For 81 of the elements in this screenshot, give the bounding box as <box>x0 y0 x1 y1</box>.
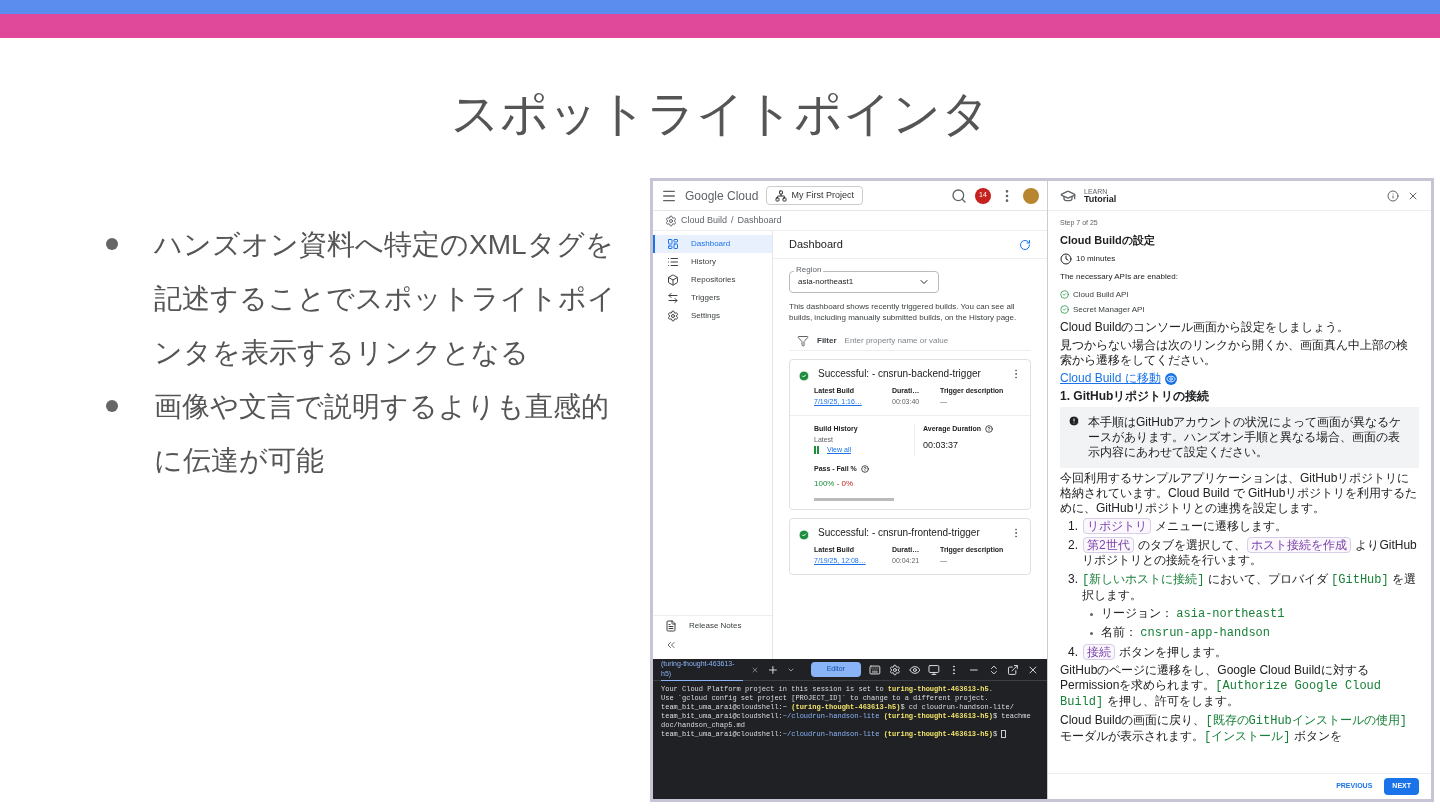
info-icon[interactable] <box>1387 189 1399 202</box>
note-text: 本手順はGitHubアカウントの状況によって画面が異なるケースがあります。ハンズオン手順と異なる場合、画面の表示内容にあわせて設定ください。 <box>1088 415 1403 460</box>
open-icon[interactable] <box>1007 663 1020 676</box>
scrollbar[interactable] <box>814 498 894 501</box>
step-number: 1. <box>1068 519 1078 534</box>
help-icon[interactable] <box>860 464 869 473</box>
api-name: Cloud Build API <box>1073 289 1129 301</box>
nav-item[interactable]: Release Notes <box>653 615 772 635</box>
nav-item[interactable]: History <box>653 253 772 271</box>
pass-rate: 100% <box>814 479 835 488</box>
settings-icon <box>667 310 679 322</box>
clock-icon <box>1060 252 1072 265</box>
breadcrumb-item[interactable]: Dashboard <box>737 213 782 228</box>
success-icon <box>798 370 810 382</box>
nav-item[interactable]: Triggers <box>653 289 772 307</box>
build-status: Successful: - cnsrun-backend-trigger <box>818 368 982 380</box>
step-number: 3. <box>1068 572 1078 587</box>
list-icon <box>667 256 679 268</box>
nav-item[interactable]: Repositories <box>653 271 772 289</box>
average-duration: 00:03:37 <box>923 438 960 452</box>
history-bars-icon <box>814 446 819 455</box>
close-icon[interactable] <box>1027 663 1039 676</box>
preview-icon[interactable] <box>908 663 921 676</box>
nav-item[interactable]: Dashboard <box>653 235 772 253</box>
box-icon <box>667 274 679 286</box>
step-text: リポジトリ メニューに遷移します。 <box>1082 519 1288 534</box>
arrows-icon <box>667 292 679 304</box>
breadcrumb-item: / <box>731 213 734 227</box>
slide-title: スポットライトポインタ <box>450 86 990 142</box>
collapse-icon[interactable] <box>665 639 677 651</box>
step-number: 4. <box>1068 645 1078 660</box>
tutorial-link[interactable]: Cloud Build に移動 <box>1060 371 1161 386</box>
breadcrumb-item[interactable]: Cloud Build <box>681 213 728 228</box>
alert-icon <box>1068 415 1080 427</box>
step-text: 接続 ボタンを押します。 <box>1082 645 1228 660</box>
filter-icon <box>797 334 809 347</box>
tutorial-paragraph: Cloud Buildの画面に戻り、[既存のGitHubインストールの使用] モーダルが表示されます。[インストール] ボタンを <box>1060 713 1408 745</box>
step-text: 第2世代 のタブを選択して、 ホスト接続を作成 よりGitHubリポジトリとの接続を行います。 <box>1082 538 1418 568</box>
build-status: Successful: - cnsrun-frontend-trigger <box>818 527 981 539</box>
filter-label: Filter <box>817 334 837 347</box>
add-icon[interactable] <box>767 663 779 676</box>
check-icon <box>1060 305 1069 314</box>
settings-icon[interactable] <box>888 663 901 676</box>
grid-icon <box>667 238 679 250</box>
tutorial-heading: Cloud Buildの設定 <box>1060 233 1156 248</box>
field-label: Region <box>794 265 824 275</box>
check-icon <box>1060 290 1069 299</box>
project-picker[interactable]: My First Project <box>766 185 863 206</box>
description-text: This dashboard shows recently triggered builds. You can see all builds, including manually submitted builds, on the History page. <box>789 301 1018 323</box>
avatar[interactable] <box>1023 187 1039 204</box>
dropdown-icon[interactable] <box>786 665 795 674</box>
step-text: リージョン： asia-northeast1 <box>1101 606 1285 622</box>
fail-rate: 0% <box>841 479 854 488</box>
search-icon[interactable] <box>951 187 967 204</box>
tutorial-paragraph: GitHubのページに遷移をし、Google Cloud Buildに対するPermissionを求められます。[Authorize Google Cloud Build] を押し、許可をします。 <box>1060 663 1382 710</box>
step-number: 2. <box>1068 538 1078 553</box>
bullet-text: 画像や文言で説明するよりも直感的に伝達が可能 <box>154 390 610 478</box>
refresh-icon[interactable] <box>1019 238 1031 251</box>
step-text: [新しいホストに接続] において、プロバイダ [GitHub] を選択します。 <box>1082 572 1418 603</box>
section-heading: 1. GitHubリポジトリの接続 <box>1060 389 1211 404</box>
nav-item[interactable]: Settings <box>653 307 772 325</box>
page-title: Dashboard <box>789 237 843 253</box>
cursor <box>1001 730 1007 739</box>
keyboard-icon[interactable] <box>868 663 881 676</box>
filter-field[interactable]: Enter property name or value <box>844 334 1023 347</box>
panel-title: Tutorial <box>1084 194 1117 204</box>
tutorial-paragraph: Cloud Buildのコンソール画面から設定をしましょう。 <box>1060 320 1351 335</box>
notes-icon <box>665 619 677 632</box>
apis-intro: The necessary APIs are enabled: <box>1060 271 1179 283</box>
project-icon <box>775 189 788 202</box>
help-icon[interactable] <box>985 425 994 434</box>
logo[interactable]: Google Cloud <box>685 186 759 205</box>
tutorial-paragraph: 今回利用するサンプルアプリケーションは、GitHubリポジトリに格納されています。Cloud Build で GitHubリポジトリを利用するために、GitHubリポジトリとの連携を設定します。 <box>1060 471 1419 516</box>
tutorial-paragraph: 見つからない場合は次のリンクから開くか、画面真ん中上部の検索から遷移をしてください。 <box>1060 338 1409 368</box>
bullet-text: ハンズオン資料へ特定のXMLタグを記述することでスポットライトポインタを表示するリンクとなる <box>154 228 617 370</box>
api-name: Secret Manager API <box>1073 304 1145 316</box>
monitor-icon[interactable] <box>928 663 941 676</box>
duration-text: 10 minutes <box>1076 253 1116 265</box>
success-icon <box>798 529 810 541</box>
separator-text: - <box>835 479 841 488</box>
step-text: 名前： cnsrun-app-handson <box>1101 625 1270 641</box>
